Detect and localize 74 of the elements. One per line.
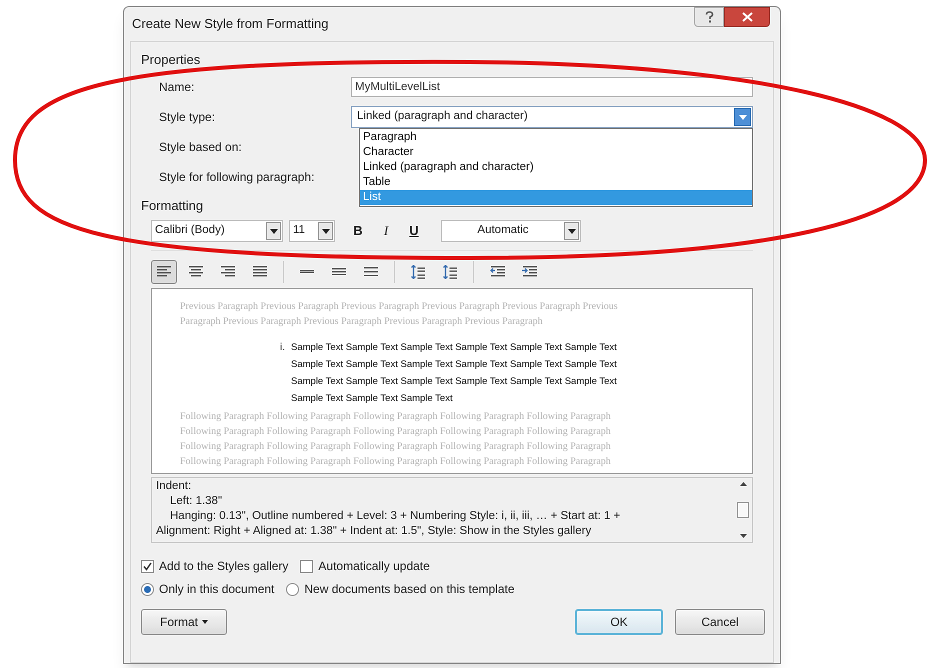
preview-text: Following Paragraph Following Paragraph Following Paragraph Following Paragraph Following Paragraph — [180, 410, 611, 424]
align-center-icon — [189, 266, 203, 277]
dropdown-option[interactable]: Paragraph — [360, 130, 752, 145]
radio-label: New documents based on this template — [304, 581, 515, 598]
radio-label: Only in this document — [159, 581, 274, 598]
radio-button[interactable] — [141, 582, 154, 596]
spacing-arrows-icon — [410, 264, 426, 278]
size-dropdown[interactable]: 11 — [289, 220, 335, 242]
italic-button[interactable]: I — [375, 220, 397, 242]
dropdown-button[interactable] — [564, 222, 579, 240]
increase-indent-icon — [522, 266, 536, 277]
style-type-dropdown[interactable]: Linked (paragraph and character) — [351, 106, 753, 128]
description-text: Left: 1.38" — [169, 494, 222, 509]
dropdown-button[interactable] — [266, 222, 281, 240]
section-label: Formatting — [141, 197, 204, 215]
radio-button[interactable] — [286, 582, 300, 596]
cancel-button[interactable]: Cancel — [675, 609, 765, 635]
ok-button[interactable]: OK — [575, 609, 663, 635]
caret-icon — [568, 228, 576, 234]
list-number: i. — [280, 341, 285, 355]
dropdown-option[interactable]: Linked (paragraph and character) — [360, 160, 752, 175]
decrease-indent-icon — [490, 266, 504, 277]
single-spacing-icon — [300, 270, 314, 274]
preview-text: Following Paragraph Following Paragraph Following Paragraph Following Paragraph Following Paragraph — [180, 455, 611, 469]
sample-text: Sample Text Sample Text Sample Text Sample Text Sample Text Sample Text — [291, 341, 617, 355]
preview-text: Paragraph Previous Paragraph Previous Paragraph Previous Paragraph Previous Paragraph — [180, 315, 543, 329]
section-label: Properties — [141, 51, 200, 69]
name-field[interactable]: MyMultiLevelList — [351, 77, 753, 97]
font-color-dropdown[interactable]: Automatic — [441, 220, 581, 242]
preview-text: Following Paragraph Following Paragraph Following Paragraph Following Paragraph Following Paragraph — [180, 440, 611, 454]
format-menu-button[interactable]: Format — [141, 609, 227, 635]
checkbox[interactable] — [300, 560, 314, 572]
close-button[interactable] — [724, 7, 770, 27]
close-icon — [742, 12, 752, 22]
scroll-up-icon — [740, 482, 746, 486]
line-spacing-icon — [332, 268, 346, 276]
sample-text: Sample Text Sample Text Sample Text Sample Text Sample Text Sample Text — [291, 358, 617, 372]
sample-text: Sample Text Sample Text Sample Text — [291, 392, 453, 406]
caret-icon — [202, 620, 208, 624]
checkbox-label: Automatically update — [318, 558, 430, 575]
check-icon — [143, 562, 152, 570]
scrollbar-thumb[interactable] — [737, 502, 749, 518]
checkbox-label: Add to the Styles gallery — [159, 558, 288, 575]
justify-icon — [253, 266, 267, 277]
sample-text: Sample Text Sample Text Sample Text Sample Text Sample Text Sample Text — [291, 375, 617, 389]
align-left-icon — [157, 266, 171, 277]
caret-icon — [270, 228, 278, 234]
description-text: Hanging: 0.13", Outline numbered + Level: 3 + Numbering Style: i, ii, iii, … + Start at: 1 + — [169, 509, 620, 524]
checkbox[interactable] — [141, 560, 154, 572]
dropdown-button[interactable] — [318, 222, 333, 240]
window-title: Create New Style from Formatting — [132, 15, 329, 34]
dropdown-option[interactable]: Table — [360, 175, 752, 190]
description-text: Alignment: Right + Aligned at: 1.38" + Indent at: 1.5", Style: Show in the Styles gallery — [156, 524, 592, 539]
dropdown-option[interactable]: Character — [360, 145, 752, 160]
question-mark-icon — [704, 11, 714, 23]
field-label: Style for following paragraph: — [159, 169, 314, 186]
field-label: Style type: — [159, 109, 216, 126]
spacing-arrows-icon — [442, 264, 458, 278]
scrollbar[interactable] — [736, 482, 750, 538]
preview-text: Following Paragraph Following Paragraph Following Paragraph Following Paragraph Following Paragraph — [180, 425, 611, 439]
field-label: Style based on: — [159, 139, 242, 156]
help-button[interactable] — [694, 7, 724, 27]
align-right-icon — [221, 266, 235, 277]
underline-button[interactable]: U — [403, 220, 425, 242]
paragraph-tool-button[interactable] — [151, 260, 177, 284]
preview-text: Previous Paragraph Previous Paragraph Previous Paragraph Previous Paragraph Previous Paragraph Previous — [180, 300, 618, 314]
scroll-down-icon — [740, 534, 746, 538]
bold-button[interactable]: B — [347, 220, 369, 242]
double-spacing-icon — [364, 266, 378, 276]
field-label: Name: — [159, 79, 194, 96]
description-text: Indent: — [156, 479, 192, 494]
caret-icon — [322, 228, 330, 234]
font-dropdown[interactable]: Calibri (Body) — [151, 220, 283, 242]
caret-icon — [738, 114, 746, 120]
